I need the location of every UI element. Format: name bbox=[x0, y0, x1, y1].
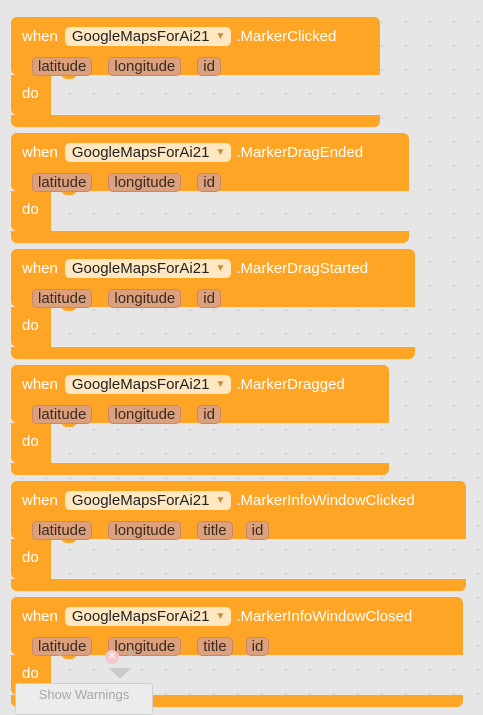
chevron-down-icon: ▼ bbox=[215, 146, 226, 158]
when-keyword: when bbox=[22, 607, 58, 625]
when-keyword: when bbox=[22, 259, 58, 277]
param-longitude[interactable]: longitude bbox=[108, 288, 182, 308]
param-latitude[interactable]: latitude bbox=[32, 56, 93, 76]
param-latitude[interactable]: latitude bbox=[32, 404, 93, 424]
param-id[interactable]: id bbox=[197, 56, 221, 76]
error-icon: ✕ bbox=[105, 650, 119, 664]
chevron-down-icon: ▼ bbox=[215, 378, 226, 390]
event-name: .MarkerDragged bbox=[236, 375, 345, 393]
component-dropdown[interactable]: GoogleMapsForAi21 ▼ bbox=[64, 26, 232, 46]
do-label: do bbox=[22, 665, 39, 682]
when-keyword: when bbox=[22, 491, 58, 509]
when-keyword: when bbox=[22, 143, 58, 161]
component-dropdown[interactable]: GoogleMapsForAi21 ▼ bbox=[64, 490, 232, 510]
param-latitude[interactable]: latitude bbox=[32, 288, 93, 308]
chevron-down-icon: ▼ bbox=[215, 30, 226, 42]
event-name: .MarkerDragEnded bbox=[236, 143, 364, 161]
param-latitude[interactable]: latitude bbox=[32, 520, 93, 540]
do-label: do bbox=[22, 433, 39, 450]
chevron-down-icon: ▼ bbox=[215, 610, 226, 622]
component-dropdown[interactable]: GoogleMapsForAi21 ▼ bbox=[64, 374, 232, 394]
warning-count: 0 bbox=[57, 648, 63, 659]
param-longitude[interactable]: longitude bbox=[108, 404, 182, 424]
event-name: .MarkerInfoWindowClosed bbox=[236, 607, 413, 625]
component-dropdown[interactable]: GoogleMapsForAi21 ▼ bbox=[64, 142, 232, 162]
param-title[interactable]: title bbox=[197, 520, 233, 540]
param-title[interactable]: title bbox=[197, 636, 233, 656]
show-warnings-button[interactable]: Show Warnings bbox=[15, 683, 153, 715]
error-count: 0 bbox=[128, 648, 134, 659]
param-id[interactable]: id bbox=[245, 520, 270, 540]
do-label: do bbox=[22, 549, 39, 566]
param-latitude[interactable]: latitude bbox=[32, 172, 93, 192]
when-keyword: when bbox=[22, 27, 58, 45]
chevron-down-icon: ▼ bbox=[215, 494, 226, 506]
param-longitude[interactable]: longitude bbox=[108, 172, 182, 192]
param-id[interactable]: id bbox=[245, 636, 270, 656]
do-label: do bbox=[22, 85, 39, 102]
do-label: do bbox=[22, 317, 39, 334]
event-name: .MarkerInfoWindowClicked bbox=[236, 491, 415, 509]
component-dropdown[interactable]: GoogleMapsForAi21 ▼ bbox=[64, 258, 232, 278]
param-id[interactable]: id bbox=[197, 172, 221, 192]
chevron-down-icon[interactable] bbox=[109, 668, 131, 679]
component-dropdown[interactable]: GoogleMapsForAi21 ▼ bbox=[64, 606, 232, 626]
param-id[interactable]: id bbox=[197, 288, 221, 308]
event-name: .MarkerDragStarted bbox=[236, 259, 369, 277]
param-longitude[interactable]: longitude bbox=[108, 636, 182, 656]
chevron-down-icon: ▼ bbox=[215, 262, 226, 274]
param-longitude[interactable]: longitude bbox=[108, 56, 182, 76]
do-label: do bbox=[22, 201, 39, 218]
param-id[interactable]: id bbox=[197, 404, 221, 424]
event-name: .MarkerClicked bbox=[236, 27, 337, 45]
when-keyword: when bbox=[22, 375, 58, 393]
param-longitude[interactable]: longitude bbox=[108, 520, 182, 540]
